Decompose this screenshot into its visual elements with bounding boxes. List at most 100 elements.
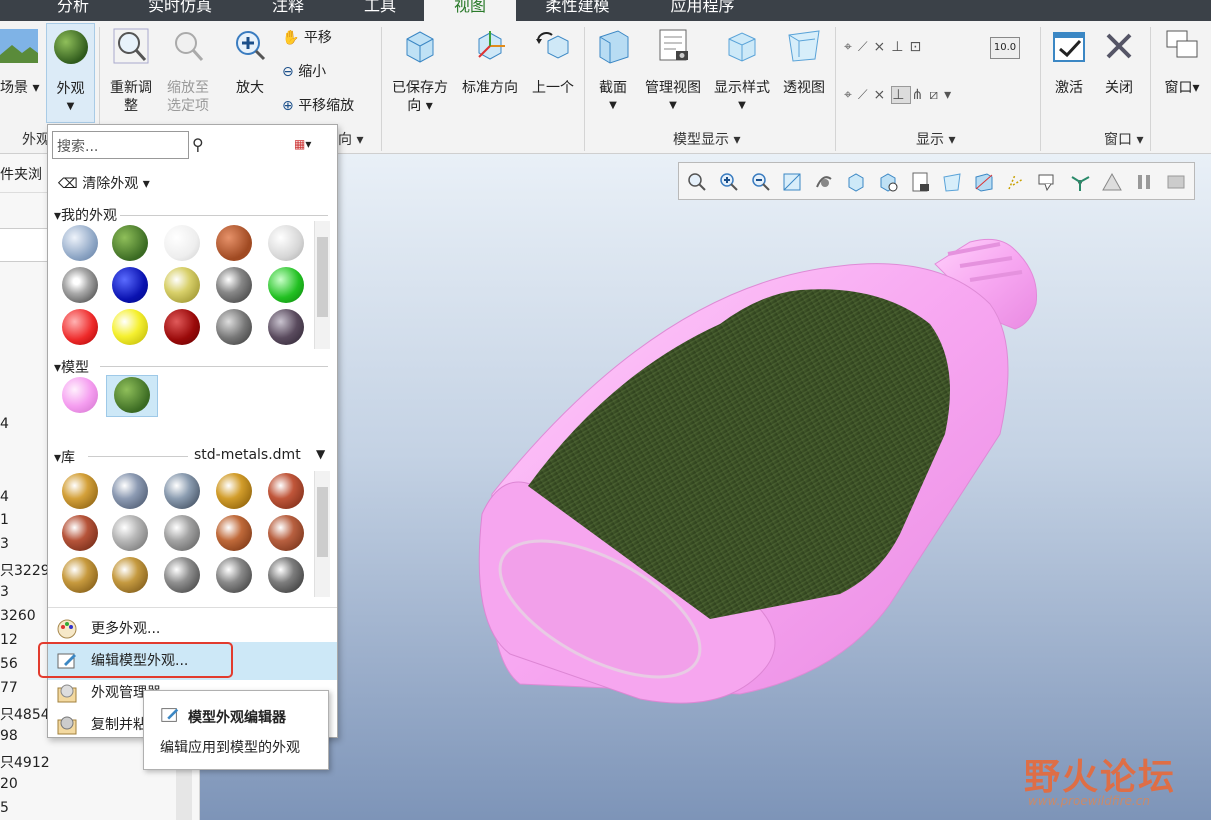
tab-view[interactable]: 视图 [424, 0, 516, 21]
zoom-out-icon: ⊖ [282, 64, 294, 80]
display-style-button[interactable]: 显示样式 ▼ [710, 27, 774, 115]
close-button[interactable]: 关闭 [1096, 27, 1142, 97]
standard-orientation-button[interactable]: 标准方向 [456, 27, 524, 97]
saved-orientations-icon[interactable] [877, 171, 899, 193]
shade-icon[interactable] [1165, 171, 1187, 193]
perspective-button[interactable]: 透视图 [778, 27, 830, 97]
saved-orientations-button[interactable]: 已保存方向 ▾ [386, 27, 454, 115]
metal-swatch[interactable] [164, 515, 200, 551]
perspective-icon[interactable] [941, 171, 963, 193]
metal-swatch[interactable] [216, 515, 252, 551]
watermark-url: www.proewildfire.cn [1028, 794, 1150, 808]
appearance-swatch[interactable] [164, 267, 200, 303]
appearance-swatch[interactable] [62, 225, 98, 261]
metal-swatch[interactable] [62, 473, 98, 509]
metal-swatch[interactable] [216, 557, 252, 593]
tab-realtime-sim[interactable]: 实时仿真 [130, 0, 230, 21]
pan-button[interactable]: ✋ 平移 [282, 29, 332, 47]
tab-tools[interactable]: 工具 [350, 0, 410, 21]
appearance-swatch[interactable] [216, 225, 252, 261]
annotation-display-icon[interactable] [1037, 171, 1059, 193]
folder-browser-tab[interactable]: 件夹浏 [0, 164, 42, 184]
repaint-icon[interactable] [781, 171, 803, 193]
my-appearances-scrollbar[interactable] [314, 221, 330, 349]
display-style-icon[interactable] [845, 171, 867, 193]
zoom-out-button[interactable]: ⊖ 缩小 [282, 63, 326, 81]
pan-zoom-button[interactable]: ⊕ 平移缩放 [282, 97, 354, 115]
refit-button[interactable]: 重新调整 [103, 27, 159, 115]
saved-orientation-cube-icon [406, 31, 434, 63]
csys-display-icon[interactable] [1069, 171, 1091, 193]
metal-swatch[interactable] [112, 473, 148, 509]
zoom-out-icon[interactable] [749, 171, 771, 193]
zoom-in-icon [236, 31, 266, 61]
appearance-swatch[interactable] [268, 225, 304, 261]
clear-appearance-button[interactable]: ⌫ 清除外观 ▾ [58, 173, 150, 193]
appearance-swatch[interactable] [164, 309, 200, 345]
tree-item: 77 [0, 680, 18, 696]
library-file-select[interactable]: std-metals.dmt [194, 447, 301, 463]
datum-display-icon[interactable] [1005, 171, 1027, 193]
appearance-swatch[interactable] [268, 309, 304, 345]
appearance-swatch[interactable] [112, 225, 148, 261]
metal-swatch[interactable] [62, 557, 98, 593]
divider [584, 27, 585, 151]
scene-button[interactable]: 场景 ▾ [0, 27, 42, 97]
zoom-to-selected-button[interactable]: 缩放至选定项 [160, 27, 216, 115]
graphics-viewport[interactable] [200, 154, 1211, 820]
perspective-label: 透视图 [783, 80, 825, 96]
chevron-down-icon[interactable]: ▼ [316, 447, 325, 461]
my-appearances-header[interactable]: ▾我的外观 [54, 205, 117, 225]
appearance-button[interactable]: 外观 ▼ [46, 23, 95, 123]
metal-swatch[interactable] [62, 515, 98, 551]
tab-analysis[interactable]: 分析 [38, 0, 108, 21]
section-button[interactable]: 截面 ▼ [590, 27, 636, 115]
bottle-model[interactable] [200, 154, 1211, 820]
tab-applications[interactable]: 应用程序 [655, 0, 750, 21]
section-icon[interactable] [973, 171, 995, 193]
metal-swatch[interactable] [112, 557, 148, 593]
appearance-swatch[interactable] [164, 225, 200, 261]
group-window-label: 窗口 ▾ [1104, 132, 1144, 148]
appearance-swatch[interactable] [112, 309, 148, 345]
metal-swatch[interactable] [216, 473, 252, 509]
tab-flexible-modeling[interactable]: 柔性建模 [530, 0, 625, 21]
appearance-swatch[interactable] [216, 267, 252, 303]
window-button[interactable]: 窗口▾ [1156, 27, 1208, 97]
appearance-swatch[interactable] [62, 267, 98, 303]
tree-item: 3 [0, 536, 9, 552]
refit-magnifier-icon [113, 28, 149, 64]
manage-views-button[interactable]: 管理视图 ▼ [640, 27, 706, 115]
metal-swatch[interactable] [268, 515, 304, 551]
metal-swatch[interactable] [164, 473, 200, 509]
metal-swatch[interactable] [268, 473, 304, 509]
tab-annotate[interactable]: 注释 [258, 0, 318, 21]
coordinate-display-button[interactable]: 10.0 [990, 37, 1020, 59]
zoom-in-button[interactable]: 放大 [228, 27, 272, 97]
metal-swatch[interactable] [112, 515, 148, 551]
library-scrollbar[interactable] [314, 471, 330, 597]
display-toggles-row2[interactable]: ⌖⟋⨯⊥⋔⧄▾ [844, 86, 1034, 109]
model-appearance-green[interactable] [114, 377, 150, 413]
previous-orientation-button[interactable]: 上一个 [528, 27, 578, 97]
library-header[interactable]: ▾库 [54, 447, 75, 467]
spin-center-icon[interactable] [813, 171, 835, 193]
metal-swatch[interactable] [268, 557, 304, 593]
zoom-in-icon[interactable] [717, 171, 739, 193]
model-appearances-header[interactable]: ▾模型 [54, 357, 89, 377]
appearance-swatch[interactable] [268, 267, 304, 303]
appearance-swatch[interactable] [216, 309, 252, 345]
zoom-selected-icon [175, 32, 204, 62]
model-appearance-pink[interactable] [62, 377, 98, 413]
search-icon[interactable]: ⚲ [192, 135, 204, 154]
metal-swatch[interactable] [164, 557, 200, 593]
triangle-display-icon[interactable] [1101, 171, 1123, 193]
refit-icon[interactable] [685, 171, 707, 193]
search-input[interactable]: 搜索... [52, 131, 189, 159]
appearance-swatch[interactable] [62, 309, 98, 345]
appearance-swatch[interactable] [112, 267, 148, 303]
activate-button[interactable]: 激活 [1046, 27, 1092, 97]
view-manager-icon[interactable] [909, 171, 931, 193]
pause-icon[interactable] [1133, 171, 1155, 193]
gallery-view-options-icon[interactable]: ▦▾ [294, 137, 324, 151]
